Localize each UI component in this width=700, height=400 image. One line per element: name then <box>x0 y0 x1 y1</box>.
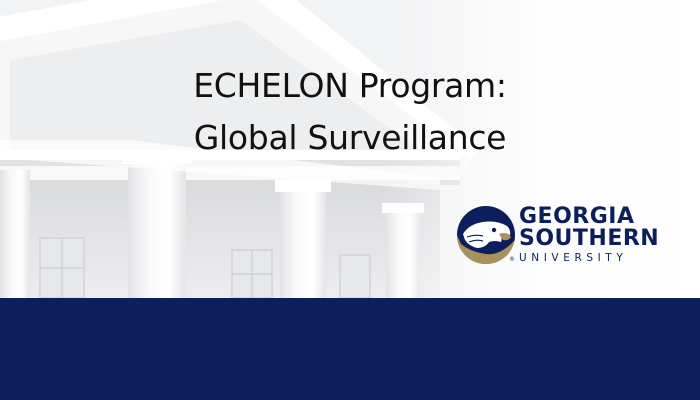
registered-mark: ® <box>509 256 515 263</box>
title-line-2: Global Surveillance <box>193 118 507 157</box>
eagle-head-icon <box>457 206 515 264</box>
logo-line-southern: SOUTHERN <box>519 226 660 251</box>
slide-title: ECHELON Program: Global Surveillance <box>150 60 550 164</box>
logo-line-university: UNIVERSITY <box>519 252 628 264</box>
logo-line-georgia: GEORGIA <box>519 204 635 229</box>
footer-band <box>0 298 700 400</box>
title-line-1: ECHELON Program: <box>193 66 507 105</box>
title-slide: ECHELON Program: Global Surveillance ® G… <box>0 0 700 400</box>
logo-wordmark: GEORGIA SOUTHERN UNIVERSITY <box>519 206 659 265</box>
university-logo: ® GEORGIA SOUTHERN UNIVERSITY <box>455 204 675 274</box>
